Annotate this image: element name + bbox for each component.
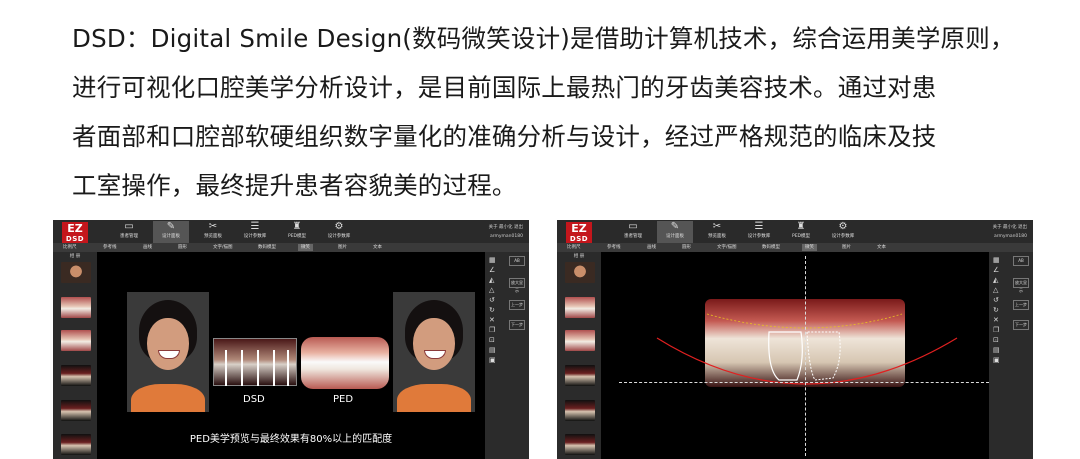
- mirror-icon[interactable]: ◭: [489, 276, 494, 284]
- paragraph-line-2: 进行可视化口腔美学分析设计，是目前国际上最热门的牙齿美容技术。通过对患: [72, 73, 937, 102]
- triangle-icon[interactable]: △: [489, 286, 494, 294]
- window-links[interactable]: 关于 最小化 退出: [489, 223, 523, 232]
- redo-icon[interactable]: ↻: [489, 306, 495, 314]
- tool-circle[interactable]: 圆形: [178, 244, 187, 251]
- settings-icon: ⚙: [334, 221, 344, 232]
- nav-design-panel[interactable]: ✎ 设计面板: [153, 221, 189, 243]
- album-title: 相 册: [69, 254, 81, 259]
- grid-icon[interactable]: ▦: [489, 256, 496, 264]
- tool-digital-model[interactable]: 数码模型: [258, 244, 276, 251]
- tooth-outline-left: [768, 331, 803, 381]
- portrait-after: [393, 292, 475, 412]
- close-icon[interactable]: ✕: [489, 316, 495, 324]
- paragraph-line-4: 工室操作，最终提升患者容貌美的过程。: [72, 171, 517, 200]
- angle-icon[interactable]: ∠: [489, 266, 495, 274]
- nav-ped-model[interactable]: ♜ PED模型: [279, 221, 315, 243]
- preview-caption: PED美学预览与最终效果有80%以上的匹配度: [189, 434, 393, 445]
- album-panel: 相 册: [53, 252, 97, 459]
- lock-icon[interactable]: ⊡: [489, 336, 495, 344]
- tool-ruler[interactable]: 比例尺: [63, 244, 77, 251]
- album-thumb-4[interactable]: [61, 365, 91, 386]
- next-step-button[interactable]: 下一步: [509, 320, 525, 330]
- tool-image[interactable]: 图片: [338, 244, 347, 251]
- dsd-measure-line: [225, 350, 227, 386]
- nav-preview-panel[interactable]: ✂ 预览面板: [195, 221, 231, 243]
- dsd-measure-line: [287, 350, 289, 386]
- tools-icon: ✂: [208, 221, 218, 232]
- dsd-measure-line: [241, 350, 243, 386]
- ped-label: PED: [333, 394, 354, 405]
- tooth-icon: ♜: [292, 221, 302, 232]
- tool-text-trace[interactable]: 文字/描图: [213, 244, 233, 251]
- tool-text[interactable]: 文本: [373, 244, 382, 251]
- nav-patient-management[interactable]: ▭ 患者管理: [111, 221, 147, 243]
- folder-icon: ▭: [124, 221, 134, 232]
- dsd-label: DSD: [243, 394, 265, 405]
- album-thumb-2[interactable]: [61, 297, 91, 318]
- tool-palette: ▦ ∠ ◭ △ ↺ ↻ ✕ ❐ ⊡ ▤ ▣ AB 放大显示 上一步 下一步: [485, 252, 529, 459]
- copy-icon[interactable]: ❐: [489, 326, 495, 334]
- smile-design-overlay: [656, 313, 958, 385]
- ab-button[interactable]: AB: [509, 256, 525, 266]
- smile-arc-curve: [656, 337, 958, 385]
- ped-smile-image: [301, 337, 389, 389]
- paragraph-line-1: DSD：Digital Smile Design(数码微笑设计)是借助计算机技术…: [72, 24, 1015, 53]
- edit-icon: ✎: [166, 221, 176, 232]
- ezdsd-screenshot-design: EZ DSD ▭ 患者管理 ✎ 设计面板 ✂ 预览面板 ☰ 设计参数库 ♜ PED模型 ⚙…: [557, 220, 1033, 459]
- layers-icon[interactable]: ▤: [489, 346, 496, 354]
- portrait-before: [127, 292, 209, 412]
- album-thumb-3[interactable]: [61, 330, 91, 351]
- user-area: 关于 最小化 退出 armyman0180: [489, 223, 523, 241]
- album-thumb-1[interactable]: [61, 262, 91, 283]
- vertical-midline[interactable]: [805, 256, 806, 456]
- library-icon: ☰: [250, 221, 260, 232]
- horizontal-guide-line[interactable]: [619, 382, 989, 383]
- app-top-bar: EZ DSD ▭ 患者管理 ✎ 设计面板 ✂ 预览面板 ☰ 设计参数库 ♜ PED模型 ⚙…: [53, 220, 529, 246]
- username: armyman0180: [489, 234, 523, 239]
- dsd-measure-line: [273, 350, 275, 386]
- ezdsd-screenshot-preview: EZ DSD ▭ 患者管理 ✎ 设计面板 ✂ 预览面板 ☰ 设计参数库 ♜ PED模型 ⚙…: [53, 220, 529, 459]
- nav-design-library[interactable]: ☰ 设计参数库: [237, 221, 273, 243]
- album-thumb-5[interactable]: [61, 400, 91, 421]
- tool-smile[interactable]: 微笑: [298, 244, 313, 251]
- save-icon[interactable]: ▣: [489, 356, 496, 364]
- tool-bar: 比例尺 参考线 画线 圆形 文字/描图 数码模型 微笑 图片 文本: [53, 243, 529, 252]
- nav-design-params[interactable]: ⚙ 设计参数库: [321, 221, 357, 243]
- paragraph-line-3: 者面部和口腔部软硬组织数字量化的准确分析与设计，经过严格规范的临床及技: [72, 122, 937, 151]
- tool-draw-line[interactable]: 画线: [143, 244, 152, 251]
- tool-guide-line[interactable]: 参考线: [103, 244, 117, 251]
- tooth-outline-right: [806, 331, 841, 381]
- description-paragraph: DSD：Digital Smile Design(数码微笑设计)是借助计算机技术…: [72, 14, 1032, 210]
- prev-step-button[interactable]: 上一步: [509, 300, 525, 310]
- undo-icon[interactable]: ↺: [489, 296, 495, 304]
- dsd-measure-line: [257, 350, 259, 386]
- zoom-button[interactable]: 放大显示: [509, 278, 525, 293]
